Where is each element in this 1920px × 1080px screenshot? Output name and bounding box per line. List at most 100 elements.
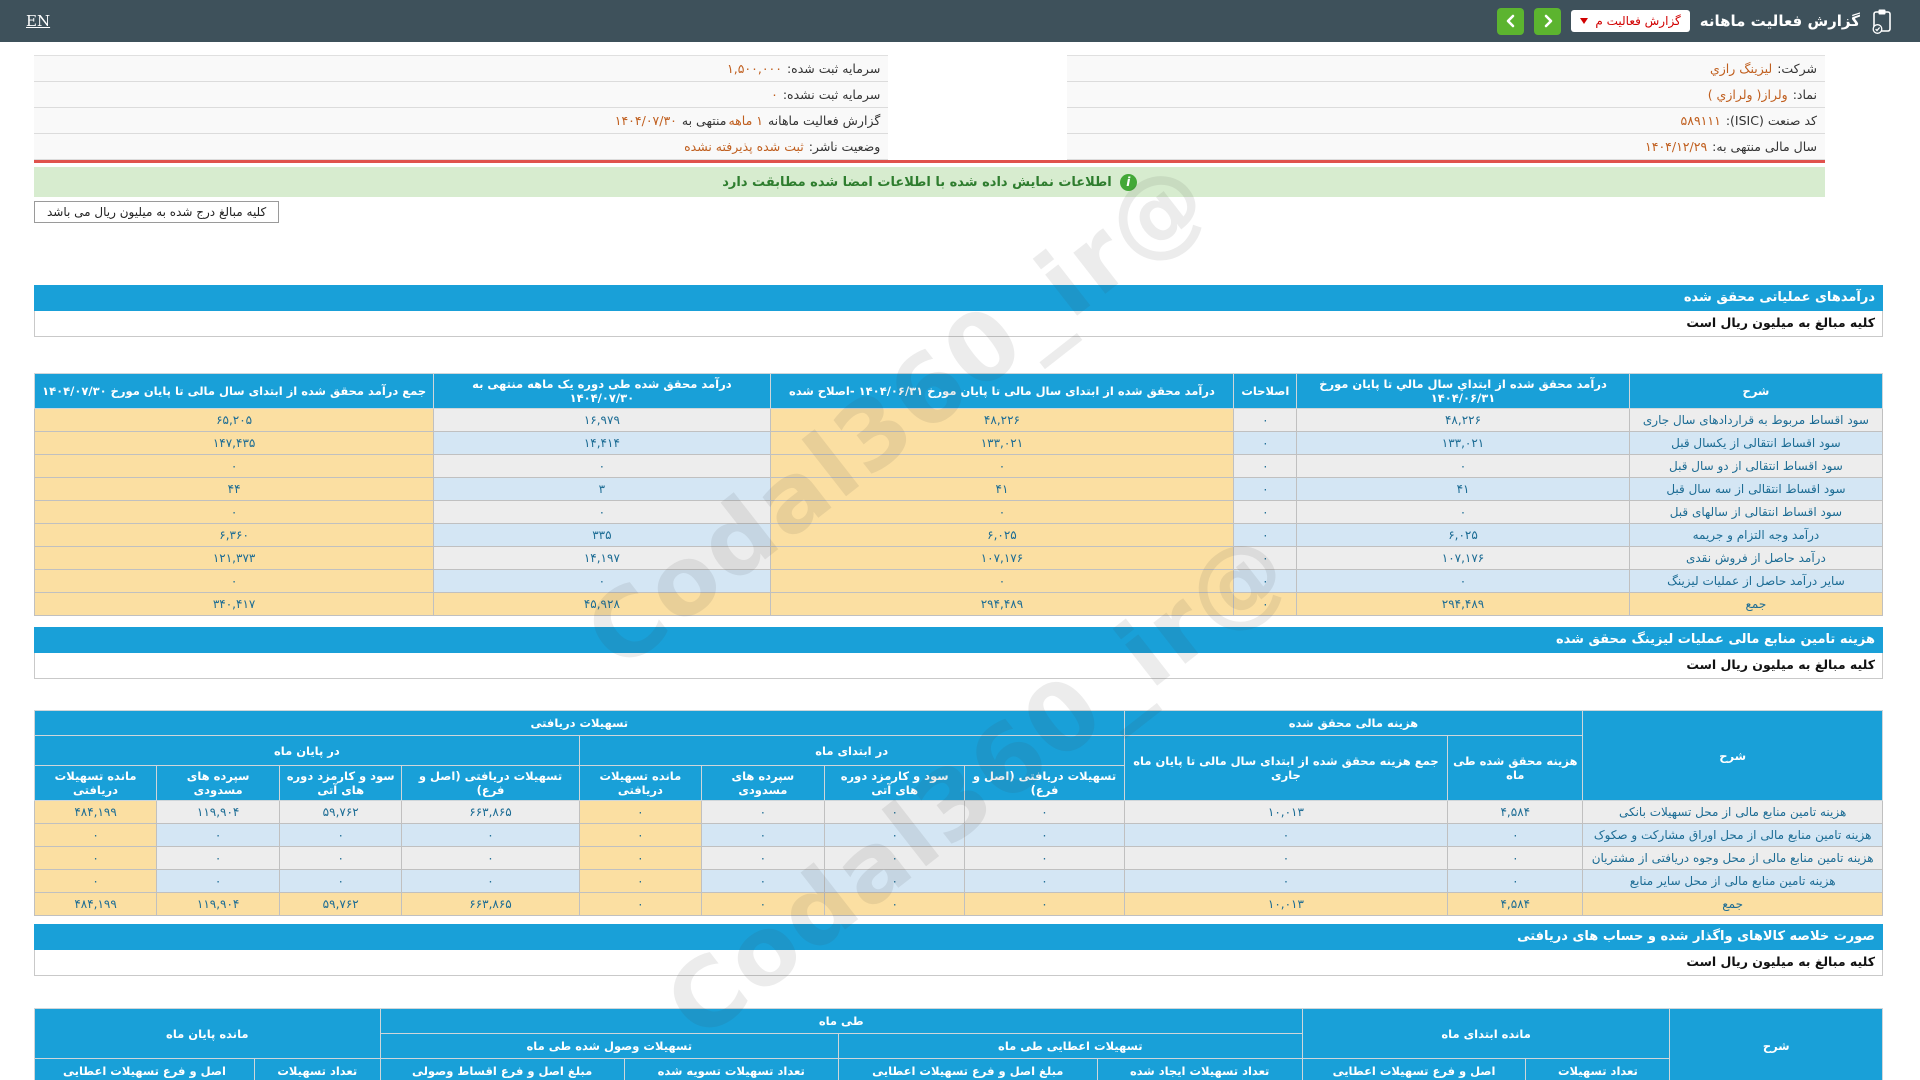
company-value: لیزینگ رازي — [1709, 61, 1773, 76]
value-cell: ۱۴,۴۱۴ — [433, 431, 771, 455]
column-header: سود و کارمزد دوره های آتی — [823, 765, 966, 801]
symbol-value: ولراز( ولرازي ) — [1707, 87, 1788, 102]
value-cell: ۰ — [1123, 823, 1449, 847]
report-type-dropdown[interactable]: گزارش فعالیت م — [1571, 10, 1690, 32]
value-cell: ۰ — [1233, 546, 1298, 570]
value-cell: ۰ — [1447, 869, 1584, 893]
value-cell: ۰ — [1233, 523, 1298, 547]
value-cell: ۰ — [33, 569, 435, 593]
value-cell: ۱۶,۹۷۹ — [433, 408, 771, 432]
section-title-income: درآمدهای عملیاتی محقق شده — [34, 285, 1883, 311]
value-cell: ۰ — [33, 846, 158, 870]
language-toggle-en[interactable]: EN — [26, 12, 50, 30]
row-label: درآمد حاصل از فروش نقدی — [1628, 546, 1884, 570]
unregistered-capital-label: سرمایه ثبت نشده: — [782, 87, 881, 102]
value-cell: ۰ — [156, 846, 281, 870]
value-cell: ۰ — [1233, 569, 1298, 593]
row-label: هزینه تامین منابع مالی از محل وجوه دریاف… — [1582, 846, 1883, 870]
section-title-summary: صورت خلاصه کالاهای واگذار شده و حساب های… — [34, 924, 1883, 950]
publisher-status-value: ثبت شده پذیرفته نشده — [684, 139, 804, 154]
value-cell: ۶۶۳,۸۶۵ — [401, 800, 580, 824]
total-row: جمع ۲۹۴,۴۸۹ ۰ ۲۹۴,۴۸۹ ۴۵,۹۲۸ ۳۴۰,۴۱۷ — [33, 592, 1884, 616]
info-row-publisher-status: وضعیت ناشر: ثبت شده پذیرفته نشده — [34, 134, 889, 160]
fiscal-year-value: ۱۴۰۴/۱۲/۲۹ — [1645, 139, 1708, 154]
income-table: شرح درآمد محقق شده از ابتداي سال مالي تا … — [33, 373, 1884, 616]
column-header-desc: شرح — [1582, 710, 1883, 801]
registered-capital-value: ۱,۵۰۰,۰۰۰ — [727, 61, 782, 76]
chevron-right-icon — [1544, 14, 1553, 28]
report-period-label: گزارش فعالیت ماهانه — [767, 113, 881, 128]
next-report-button[interactable] — [1534, 7, 1562, 35]
value-cell: ۰ — [823, 846, 966, 870]
value-cell: ۳ — [433, 477, 771, 501]
symbol-label: نماد: — [1792, 87, 1817, 102]
value-cell: ۱۴,۱۹۷ — [433, 546, 771, 570]
value-cell: ۴۸۴,۱۹۹ — [33, 892, 158, 916]
value-cell: ۰ — [33, 869, 158, 893]
table-row: سود اقساط انتقالی از دو سال قبل ۰ ۰ ۰ ۰ ۰ — [33, 454, 1884, 478]
column-header: جمع درآمد محقق شده از ابتدای سال مالی تا… — [33, 373, 435, 409]
value-cell: ۰ — [769, 569, 1235, 593]
info-icon: i — [1119, 173, 1137, 191]
value-cell: ۰ — [1233, 477, 1298, 501]
info-row-company: شرکت: لیزینگ رازي — [1067, 56, 1825, 82]
value-cell: ۰ — [823, 823, 966, 847]
red-divider-line — [34, 160, 1825, 163]
row-label: هزینه تامین منابع مالی از محل تسهیلات با… — [1582, 800, 1883, 824]
company-label: شرکت: — [1777, 61, 1817, 76]
value-cell: ۰ — [1296, 500, 1630, 524]
header-right-group: گزارش فعالیت ماهانه گزارش فعالیت م — [1497, 7, 1894, 35]
table-row: سود اقساط مربوط به قراردادهای سال جاری ۴۸… — [33, 408, 1884, 432]
finance-cost-unit-note: کلیه مبالغ به میلیون ریال است — [34, 653, 1883, 679]
value-cell: ۰ — [401, 846, 580, 870]
info-row-report-period: گزارش فعالیت ماهانه ۱ ماهه منتهی به ۱۴۰۴… — [34, 108, 889, 134]
row-label: درآمد وجه التزام و جریمه — [1628, 523, 1884, 547]
registered-capital-label: سرمایه ثبت شده: — [786, 61, 881, 76]
value-cell: ۶,۰۲۵ — [1296, 523, 1630, 547]
value-cell: ۰ — [33, 454, 435, 478]
finance-cost-table-wrap: شرح هزینه مالی محقق شده تسهیلات دریافتی هزی… — [33, 710, 1883, 916]
value-cell: ۰ — [401, 823, 580, 847]
chevron-left-icon — [1506, 14, 1515, 28]
value-cell: ۶۵,۲۰۵ — [33, 408, 435, 432]
info-row-fiscal-year: سال مالی منتهی به: ۱۴۰۴/۱۲/۲۹ — [1067, 134, 1825, 160]
value-cell: ۱۰۷,۱۷۶ — [1296, 546, 1630, 570]
value-cell: ۱۰,۰۱۳ — [1123, 892, 1449, 916]
value-cell: ۴۸,۲۲۶ — [769, 408, 1235, 432]
column-header: اصل و فرع تسهیلات اعطایی — [1301, 1058, 1527, 1080]
group-header-collected: تسهیلات وصول شده طی ماه — [379, 1033, 839, 1059]
publisher-status-label: وضعیت ناشر: — [808, 139, 881, 154]
column-header: مبلغ اصل و فرع اقساط وصولی — [379, 1058, 625, 1080]
column-header: سپرده های مسدودی — [700, 765, 825, 801]
isic-label: کد صنعت (ISIC): — [1725, 113, 1817, 128]
value-cell: ۶,۰۲۵ — [769, 523, 1235, 547]
previous-report-button[interactable] — [1497, 7, 1525, 35]
value-cell: ۰ — [700, 869, 825, 893]
page-title: گزارش فعالیت ماهانه — [1699, 12, 1860, 30]
fiscal-year-label: سال مالی منتهی به: — [1712, 139, 1817, 154]
value-cell: ۱۴۷,۴۳۵ — [33, 431, 435, 455]
value-cell: ۰ — [33, 823, 158, 847]
value-cell: ۰ — [401, 869, 580, 893]
value-cell: ۱۱۹,۹۰۴ — [156, 800, 281, 824]
value-cell: ۰ — [1123, 846, 1449, 870]
value-cell: ۰ — [578, 869, 702, 893]
value-cell: ۴۱ — [1296, 477, 1630, 501]
value-cell: ۰ — [156, 869, 281, 893]
summary-table-wrap: شرح مانده ابتدای ماه طی ماه مانده پایان ماه… — [34, 1008, 1883, 1080]
value-cell: ۱۱۹,۹۰۴ — [156, 892, 281, 916]
value-cell: ۰ — [578, 892, 702, 916]
column-header: هزینه محقق شده طی ماه — [1447, 735, 1584, 801]
value-cell: ۳۴۰,۴۱۷ — [33, 592, 435, 616]
row-label: سود اقساط انتقالی از سالهای قبل — [1628, 500, 1884, 524]
value-cell: ۰ — [279, 846, 403, 870]
table-row: سود اقساط انتقالی از سالهای قبل ۰ ۰ ۰ ۰ ۰ — [33, 500, 1884, 524]
value-cell: ۰ — [700, 823, 825, 847]
table-row: هزینه تامین منابع مالی از محل سایر منابع… — [33, 869, 1883, 893]
column-header: اصلاحات — [1233, 373, 1298, 409]
value-cell: ۰ — [964, 892, 1125, 916]
value-cell: ۰ — [700, 892, 825, 916]
column-header-desc: شرح — [1669, 1008, 1883, 1080]
group-header-begin: در ابتدای ماه — [578, 735, 1125, 766]
company-identity-table: شرکت: لیزینگ رازي نماد: ولراز( ولرازي ) … — [1067, 55, 1825, 160]
